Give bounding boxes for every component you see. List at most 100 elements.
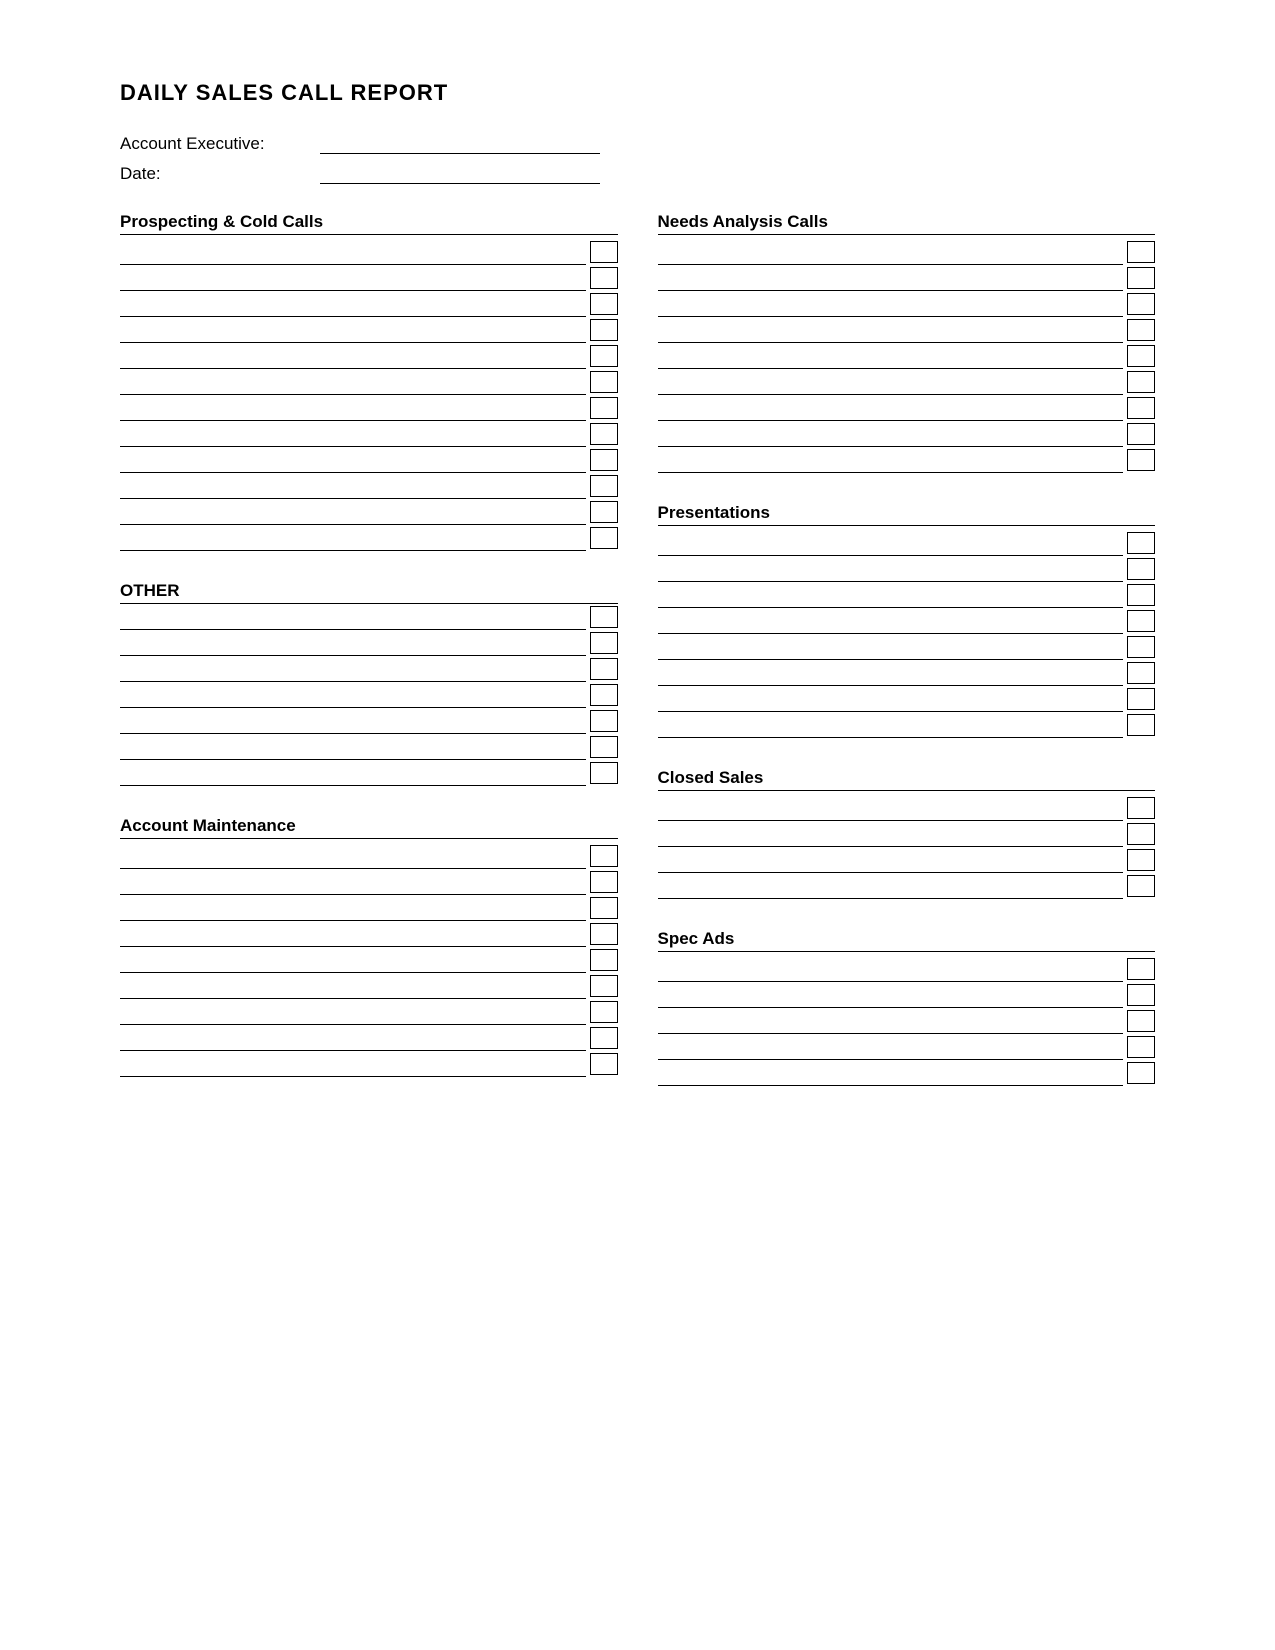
row-box[interactable] [1127, 823, 1155, 845]
row-line[interactable] [658, 239, 1124, 265]
row-box[interactable] [1127, 875, 1155, 897]
row-box[interactable] [590, 449, 618, 471]
row-line[interactable] [120, 843, 586, 869]
row-box[interactable] [1127, 1036, 1155, 1058]
row-line[interactable] [120, 869, 586, 895]
row-box[interactable] [590, 632, 618, 654]
row-box[interactable] [1127, 319, 1155, 341]
row-line[interactable] [120, 973, 586, 999]
row-box[interactable] [1127, 371, 1155, 393]
row-box[interactable] [1127, 584, 1155, 606]
row-line[interactable] [658, 956, 1124, 982]
row-box[interactable] [590, 658, 618, 680]
row-line[interactable] [120, 682, 586, 708]
row-line[interactable] [658, 395, 1124, 421]
row-box[interactable] [1127, 797, 1155, 819]
row-box[interactable] [1127, 397, 1155, 419]
row-box[interactable] [590, 897, 618, 919]
row-line[interactable] [120, 708, 586, 734]
row-box[interactable] [590, 1027, 618, 1049]
row-box[interactable] [590, 710, 618, 732]
row-line[interactable] [120, 421, 586, 447]
row-line[interactable] [658, 608, 1124, 634]
row-box[interactable] [590, 293, 618, 315]
row-box[interactable] [590, 397, 618, 419]
row-box[interactable] [1127, 688, 1155, 710]
row-line[interactable] [120, 999, 586, 1025]
row-box[interactable] [590, 345, 618, 367]
row-line[interactable] [658, 582, 1124, 608]
row-box[interactable] [590, 1001, 618, 1023]
row-line[interactable] [120, 369, 586, 395]
row-line[interactable] [658, 265, 1124, 291]
row-line[interactable] [658, 821, 1124, 847]
row-line[interactable] [120, 604, 586, 630]
row-box[interactable] [1127, 241, 1155, 263]
row-line[interactable] [120, 525, 586, 551]
row-box[interactable] [590, 606, 618, 628]
row-line[interactable] [658, 343, 1124, 369]
row-line[interactable] [658, 1008, 1124, 1034]
row-box[interactable] [1127, 532, 1155, 554]
row-box[interactable] [1127, 958, 1155, 980]
row-box[interactable] [590, 871, 618, 893]
row-line[interactable] [120, 630, 586, 656]
row-box[interactable] [1127, 267, 1155, 289]
row-line[interactable] [120, 760, 586, 786]
row-line[interactable] [658, 530, 1124, 556]
row-box[interactable] [1127, 1062, 1155, 1084]
row-line[interactable] [658, 421, 1124, 447]
row-line[interactable] [120, 921, 586, 947]
row-box[interactable] [1127, 662, 1155, 684]
row-box[interactable] [590, 684, 618, 706]
row-line[interactable] [120, 395, 586, 421]
row-line[interactable] [120, 265, 586, 291]
row-line[interactable] [658, 712, 1124, 738]
row-line[interactable] [120, 343, 586, 369]
row-line[interactable] [120, 239, 586, 265]
row-line[interactable] [120, 447, 586, 473]
row-line[interactable] [658, 686, 1124, 712]
date-line[interactable] [320, 164, 600, 184]
row-line[interactable] [658, 982, 1124, 1008]
row-box[interactable] [1127, 449, 1155, 471]
row-box[interactable] [590, 762, 618, 784]
row-box[interactable] [590, 923, 618, 945]
row-line[interactable] [120, 473, 586, 499]
row-box[interactable] [1127, 1010, 1155, 1032]
row-line[interactable] [658, 1034, 1124, 1060]
row-box[interactable] [1127, 558, 1155, 580]
row-line[interactable] [120, 734, 586, 760]
row-line[interactable] [658, 291, 1124, 317]
row-box[interactable] [590, 736, 618, 758]
row-box[interactable] [590, 267, 618, 289]
row-line[interactable] [658, 873, 1124, 899]
row-line[interactable] [658, 1060, 1124, 1086]
row-box[interactable] [590, 845, 618, 867]
row-box[interactable] [590, 1053, 618, 1075]
row-line[interactable] [658, 556, 1124, 582]
row-box[interactable] [1127, 293, 1155, 315]
row-box[interactable] [1127, 849, 1155, 871]
row-box[interactable] [590, 475, 618, 497]
row-box[interactable] [590, 319, 618, 341]
row-line[interactable] [120, 656, 586, 682]
row-line[interactable] [120, 499, 586, 525]
row-line[interactable] [120, 1051, 586, 1077]
row-box[interactable] [590, 371, 618, 393]
row-box[interactable] [1127, 636, 1155, 658]
row-box[interactable] [1127, 610, 1155, 632]
row-line[interactable] [120, 1025, 586, 1051]
row-box[interactable] [590, 975, 618, 997]
row-line[interactable] [658, 660, 1124, 686]
row-line[interactable] [658, 447, 1124, 473]
row-line[interactable] [120, 291, 586, 317]
row-box[interactable] [590, 241, 618, 263]
row-line[interactable] [120, 947, 586, 973]
account-executive-line[interactable] [320, 134, 600, 154]
row-box[interactable] [590, 949, 618, 971]
row-line[interactable] [658, 317, 1124, 343]
row-line[interactable] [658, 795, 1124, 821]
row-line[interactable] [658, 634, 1124, 660]
row-line[interactable] [658, 847, 1124, 873]
